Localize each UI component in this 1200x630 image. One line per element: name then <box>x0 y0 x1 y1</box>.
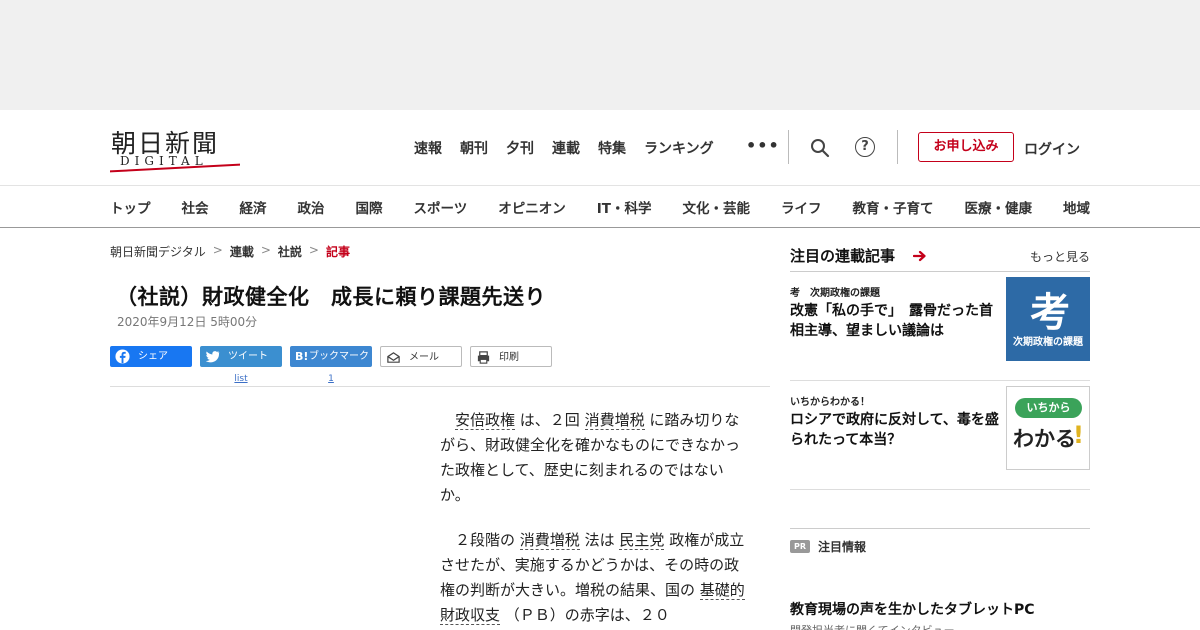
sidebar-divider <box>790 489 1090 490</box>
keyword-link[interactable]: 民主党 <box>619 531 665 550</box>
breadcrumb: 朝日新聞デジタル > 連載 > 社説 > 記事 <box>110 243 350 260</box>
category-politics[interactable]: 政治 <box>298 197 325 217</box>
mail-share-button[interactable]: メール <box>380 346 462 367</box>
pr-badge: PR <box>790 540 810 553</box>
paragraph-text: （ＰＢ）の赤字は、２０ <box>504 606 670 624</box>
login-link[interactable]: ログイン <box>1024 139 1080 159</box>
pr-headline[interactable]: 教育現場の声を生かしたタブレットPC <box>790 599 1035 619</box>
arrow-right-icon[interactable] <box>913 249 927 263</box>
sidebar-divider <box>790 380 1090 381</box>
category-education[interactable]: 教育・子育て <box>852 197 933 217</box>
mail-icon <box>387 352 400 363</box>
article-title: （社説）財政健全化 成長に頼り課題先送り <box>116 285 546 309</box>
article-thumbnail[interactable]: いちから わかる ! <box>1006 386 1090 470</box>
search-icon[interactable] <box>810 138 830 158</box>
paragraph-text: は、２回 <box>519 411 580 429</box>
hatena-icon: B! <box>295 350 309 363</box>
top-nav-series[interactable]: 連載 <box>552 138 580 158</box>
breadcrumb-separator: > <box>212 243 223 257</box>
article-paragraph: ２段階の 消費増税 法は 民主党 政権が成立させたが、実施するかどうかは、その時… <box>440 528 750 628</box>
facebook-share-button[interactable]: シェア <box>110 346 192 367</box>
top-nav-morning[interactable]: 朝刊 <box>460 138 488 158</box>
category-culture[interactable]: 文化・芸能 <box>682 197 750 217</box>
thumbnail-word: わかる <box>1013 427 1076 451</box>
header-divider <box>897 130 898 164</box>
keyword-link[interactable]: 安倍政権 <box>455 411 516 430</box>
top-nav-breaking[interactable]: 速報 <box>414 138 442 158</box>
ad-banner-area <box>0 0 1200 110</box>
top-nav-features[interactable]: 特集 <box>598 138 626 158</box>
hatena-bookmark-button[interactable]: B! ブックマーク 1 <box>290 346 372 384</box>
category-society[interactable]: 社会 <box>182 197 209 217</box>
site-logo[interactable]: 朝日新聞 DIGITAL <box>110 124 240 173</box>
article-headline[interactable]: ロシアで政府に反対して、毒を盛られたって本当？ <box>790 410 1000 450</box>
article-thumbnail[interactable]: 考 次期政権の課題 <box>1006 277 1090 361</box>
help-icon[interactable]: ? <box>855 137 875 157</box>
article-kicker: いちからわかる！ <box>790 397 870 408</box>
paragraph-text: 法は <box>584 531 615 549</box>
article-kicker: 考 次期政権の課題 <box>790 288 880 299</box>
keyword-link[interactable]: 消費増税 <box>519 531 580 550</box>
pr-section-header: PR 注目情報 <box>790 528 1090 558</box>
pr-subtext[interactable]: 開発担当者に聞くてインタビュー <box>790 622 955 630</box>
category-opinion[interactable]: オピニオン <box>498 197 566 217</box>
twitter-icon <box>205 351 220 363</box>
category-economy[interactable]: 経済 <box>240 197 267 217</box>
breadcrumb-current: 記事 <box>325 245 350 259</box>
sidebar-heading[interactable]: 注目の連載記事 <box>790 245 895 266</box>
sidebar-header: 注目の連載記事 もっと見る <box>790 243 1090 272</box>
thumbnail-pill: いちから <box>1015 398 1082 418</box>
article-date: 2020年9月12日 5時00分 <box>117 315 258 329</box>
category-nav: トップ 社会 経済 政治 国際 スポーツ オピニオン IT・科学 文化・芸能 ラ… <box>0 185 1200 228</box>
category-it-science[interactable]: IT・科学 <box>597 197 652 217</box>
breadcrumb-home[interactable]: 朝日新聞デジタル <box>110 243 206 260</box>
top-nav-evening[interactable]: 夕刊 <box>506 138 534 158</box>
print-button[interactable]: 印刷 <box>470 346 552 367</box>
site-header: 朝日新聞 DIGITAL 速報 朝刊 夕刊 連載 特集 ランキング ••• ? … <box>0 110 1200 185</box>
breadcrumb-editorial[interactable]: 社説 <box>278 243 302 260</box>
header-divider <box>788 130 789 164</box>
mail-share-label: メール <box>409 352 439 363</box>
facebook-share-label: シェア <box>138 351 168 362</box>
more-menu-icon[interactable]: ••• <box>746 136 780 155</box>
paragraph-text: ２段階の <box>455 531 516 549</box>
category-sports[interactable]: スポーツ <box>414 197 468 217</box>
more-link[interactable]: もっと見る <box>1030 248 1090 265</box>
category-international[interactable]: 国際 <box>356 197 383 217</box>
exclamation-icon: ! <box>1073 421 1084 449</box>
article-headline[interactable]: 改憲「私の手で」 露骨だった首相主導、望ましい議論は <box>790 301 1000 341</box>
top-nav: 速報 朝刊 夕刊 連載 特集 ランキング <box>414 138 714 158</box>
pr-section-label: 注目情報 <box>818 540 867 554</box>
hatena-bookmark-label: ブックマーク <box>309 351 369 362</box>
top-nav-ranking[interactable]: ランキング <box>644 138 714 158</box>
article-divider <box>110 386 770 387</box>
apply-button[interactable]: お申し込み <box>918 132 1014 162</box>
twitter-share-button[interactable]: ツイート list <box>200 346 282 384</box>
article-paragraph: 安倍政権 は、２回 消費増税 に踏み切りながら、財政健全化を確かなものにできなか… <box>440 408 750 508</box>
breadcrumb-separator: > <box>260 243 271 257</box>
category-top[interactable]: トップ <box>110 197 151 217</box>
twitter-share-label: ツイート <box>228 351 268 362</box>
article-body: 安倍政権 は、２回 消費増税 に踏み切りながら、財政健全化を確かなものにできなか… <box>440 408 750 630</box>
category-region[interactable]: 地域 <box>1063 197 1090 217</box>
breadcrumb-separator: > <box>308 243 319 257</box>
sidebar: 注目の連載記事 もっと見る 考 次期政権の課題 改憲「私の手で」 露骨だった首相… <box>790 243 1090 630</box>
print-icon <box>477 351 490 364</box>
facebook-icon <box>115 349 130 364</box>
breadcrumb-series[interactable]: 連載 <box>230 243 254 260</box>
print-label: 印刷 <box>499 352 519 363</box>
category-health[interactable]: 医療・健康 <box>964 197 1032 217</box>
thumbnail-caption: 次期政権の課題 <box>1013 337 1083 348</box>
thumbnail-glyph: 考 <box>1030 289 1070 336</box>
keyword-link[interactable]: 消費増税 <box>584 411 645 430</box>
category-life[interactable]: ライフ <box>781 197 822 217</box>
